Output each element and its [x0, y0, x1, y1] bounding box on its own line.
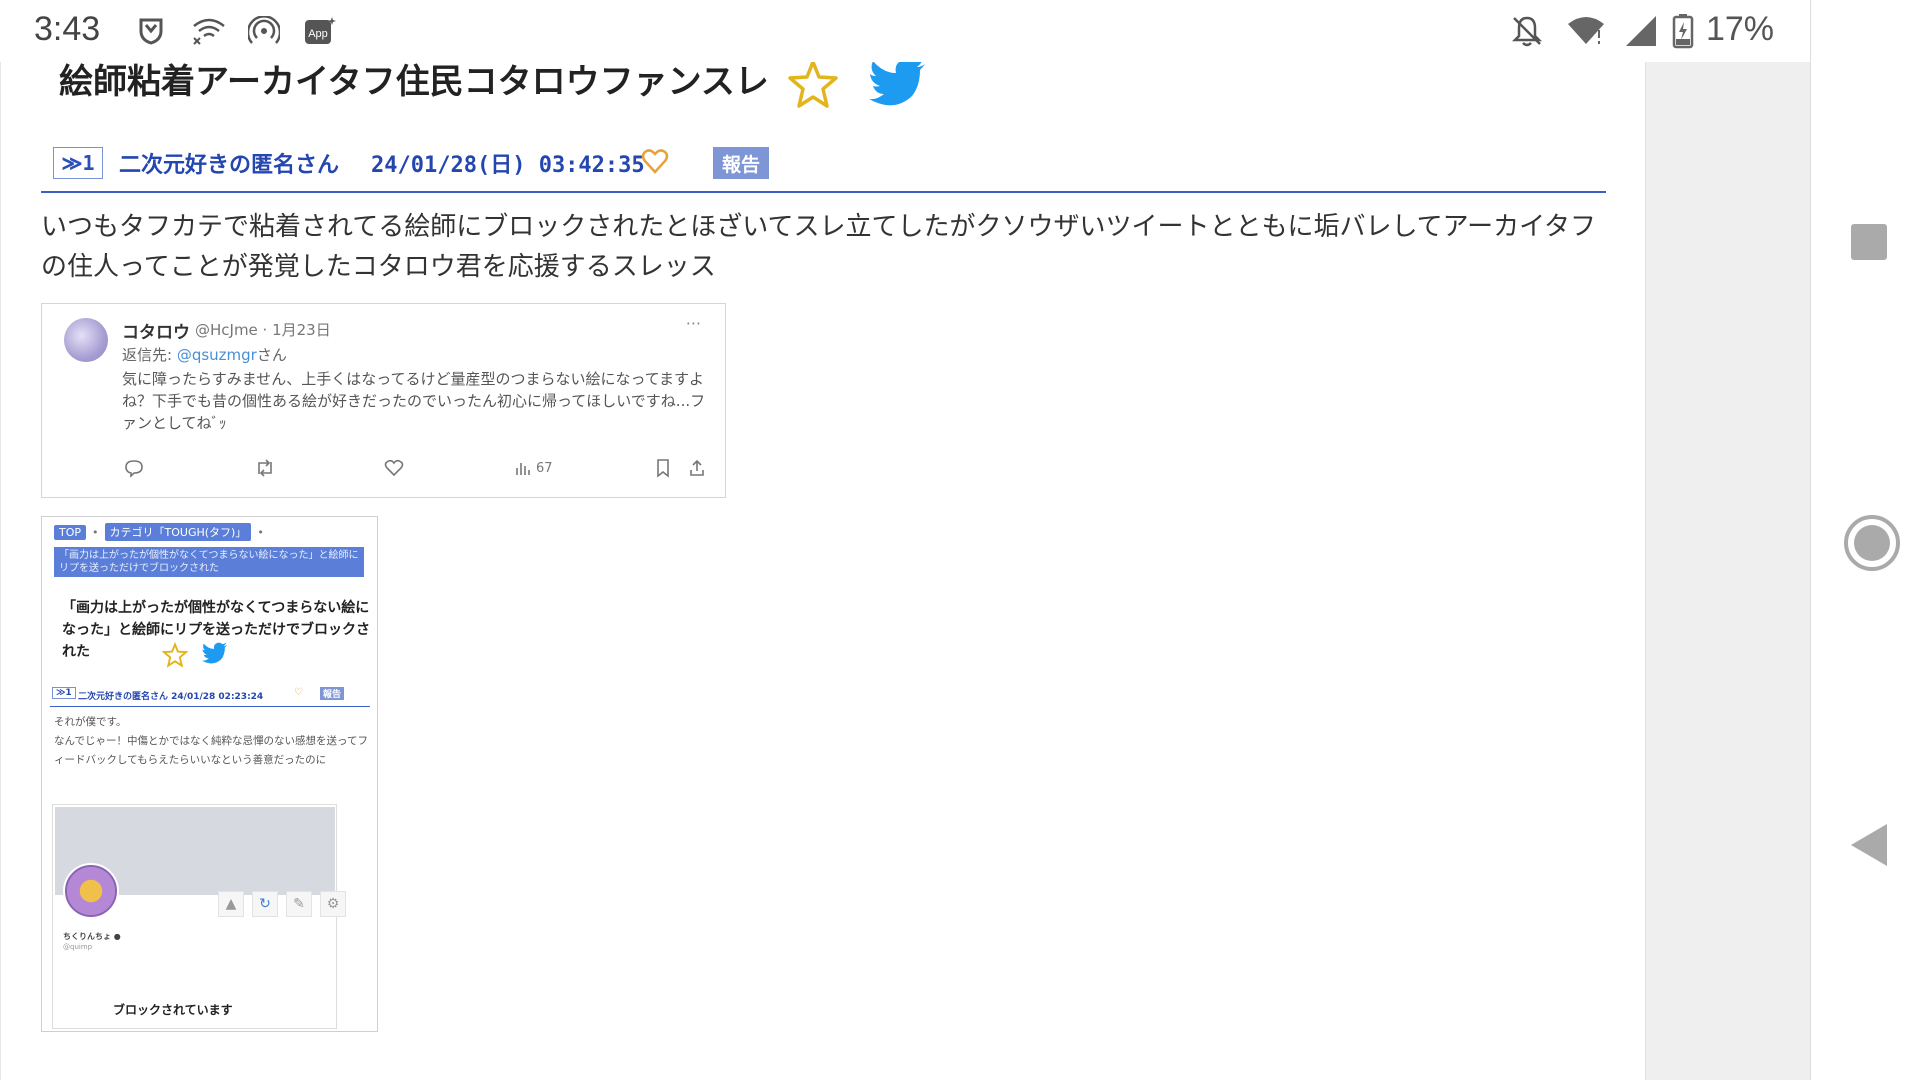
status-bar: 3:43 App 17%: [0, 0, 1810, 62]
crumb-category: カテゴリ「TOUGH(タフ)」: [104, 523, 252, 541]
page-side-gutter: [1645, 62, 1810, 1080]
reply-prefix: 返信先:: [122, 346, 177, 364]
retweet-icon: [254, 456, 276, 480]
tweet-image[interactable]: コタロウ @HcJme · 1月23日 ··· 返信先: @qsuzmgrさん …: [41, 303, 726, 498]
embed-profile-name: ちくりんちょ ●: [63, 932, 121, 941]
crumb-top: TOP: [54, 524, 87, 540]
avatar: [63, 863, 119, 919]
shield-icon: [138, 14, 164, 48]
reply-icon: [124, 456, 144, 480]
reply-to-handle: @qsuzmgr: [176, 346, 257, 364]
app-icon: App: [303, 14, 337, 48]
screenshot-icons: [162, 642, 228, 668]
bookmark-icon: [654, 456, 672, 480]
like-icon: [384, 456, 404, 480]
screenshot-body-line-2: なんでじゃー！中傷とかではなく純粋な忌憚のない感想を送ってフィードバックしてもら…: [54, 735, 368, 766]
heart-icon[interactable]: [641, 147, 669, 179]
tweet-actions: 67: [122, 456, 707, 484]
tweet-text: 気に障ったらすみません、上手くはなってるけど量産型のつまらない絵になってますよね…: [122, 370, 706, 432]
tweet-author-name: コタロウ: [122, 323, 190, 343]
screenshot-heart-icon: ♡: [294, 687, 303, 698]
refresh-icon: ↻: [252, 891, 278, 917]
edit-icon: ✎: [286, 891, 312, 917]
tweet-handle-date: @HcJme · 1月23日: [195, 321, 331, 339]
twitter-share-icon[interactable]: [869, 62, 927, 110]
svg-text:App: App: [308, 28, 328, 40]
screenshot-post-header: ≫1 二次元好きの匿名さん 24/01/28 02:23:24 ♡ 報告: [50, 685, 370, 707]
screenshot-poster-date: 二次元好きの匿名さん 24/01/28 02:23:24: [78, 692, 264, 702]
breadcrumb: TOP • カテゴリ「TOUGH(タフ)」 •: [54, 523, 264, 541]
star-icon: [162, 642, 188, 668]
screenshot-report: 報告: [320, 687, 345, 700]
reply-suffix: さん: [256, 346, 287, 364]
home-button[interactable]: [1843, 514, 1901, 576]
navigation-bar: [1810, 0, 1920, 1080]
post-header: ≫1 二次元好きの匿名さん 24/01/28(日) 03:42:35 報告: [41, 147, 1606, 193]
wifi-x-icon: [192, 14, 226, 48]
signal-icon: [1624, 14, 1658, 48]
embedded-screenshot-image[interactable]: TOP • カテゴリ「TOUGH(タフ)」 • 「画力は上がったが個性がなくてつ…: [41, 516, 378, 1032]
up-arrow-icon: ▲: [218, 891, 244, 917]
views-icon: 67: [514, 456, 553, 480]
screenshot-res-number: ≫1: [52, 687, 76, 699]
blocked-message: ブロックされています: [113, 1003, 233, 1017]
clock: 3:43: [34, 10, 101, 48]
poster-name: 二次元好きの匿名さん: [119, 153, 340, 178]
thread-title: 絵師粘着アーカイタフ住民コタロウファンスレ: [59, 62, 769, 102]
embed-profile-handle: @quimp: [63, 943, 93, 951]
notifications-off-icon: [1510, 14, 1544, 48]
gear-icon: ⚙: [320, 891, 346, 917]
wifi-icon: [1566, 14, 1606, 48]
hotspot-icon: [248, 14, 280, 48]
post-datetime: 24/01/28(日) 03:42:35: [371, 153, 645, 178]
twitter-icon: [202, 642, 228, 664]
battery-icon: [1672, 14, 1694, 49]
screenshot-body-line-1: それが僕です。: [54, 716, 127, 728]
tweet-reply-to: 返信先: @qsuzmgrさん: [122, 344, 287, 365]
views-count: 67: [536, 460, 553, 476]
res-number-button[interactable]: ≫1: [53, 147, 103, 179]
back-button[interactable]: [1849, 822, 1889, 872]
thread-page: 絵師粘着アーカイタフ住民コタロウファンスレ ≫1 二次元好きの匿名さん 24/0…: [0, 62, 1645, 1080]
favorite-star-icon[interactable]: [786, 62, 840, 114]
post-body: いつもタフカテで粘着されてる絵師にブロックされたとほざいてスレ立てしたがクソウザ…: [41, 212, 1597, 282]
embed-toolbar: ▲ ↻ ✎ ⚙: [218, 891, 346, 917]
recents-button[interactable]: [1849, 222, 1889, 266]
avatar: [64, 318, 108, 362]
crumb-current: 「画力は上がったが個性がなくてつまらない絵になった」と絵師にリプを送っただけでブ…: [54, 547, 364, 577]
share-icon: [688, 456, 706, 480]
battery-percent: 17%: [1705, 10, 1774, 48]
screenshot-post-body: それが僕です。 なんでじゃー！中傷とかではなく純粋な忌憚のない感想を送ってフィー…: [54, 713, 369, 770]
report-button[interactable]: 報告: [713, 147, 769, 179]
more-icon: ···: [685, 314, 701, 333]
embedded-profile: ▲ ↻ ✎ ⚙ ちくりんちょ ● @quimp ブロックされています: [52, 804, 346, 1029]
